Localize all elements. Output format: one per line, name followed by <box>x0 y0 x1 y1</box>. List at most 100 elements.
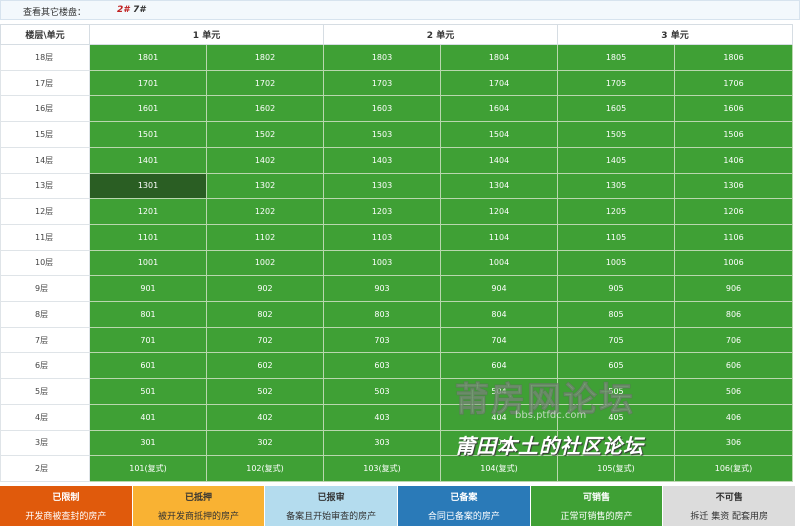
room-cell[interactable]: 502 <box>206 378 324 405</box>
room-cell[interactable]: 1106 <box>674 223 793 251</box>
room-cell[interactable]: 705 <box>557 326 675 354</box>
room-cell[interactable]: 1301 <box>89 172 207 200</box>
room-cell[interactable]: 1102 <box>206 223 324 251</box>
room-cell[interactable]: 702 <box>206 326 324 354</box>
room-cell[interactable]: 706 <box>674 326 793 354</box>
room-cell[interactable]: 1002 <box>206 249 324 277</box>
room-cell[interactable]: 1001 <box>89 249 207 277</box>
building-link-7[interactable]: 7# <box>133 5 146 15</box>
room-cell[interactable]: 1704 <box>440 69 558 97</box>
room-cell[interactable]: 902 <box>206 275 324 303</box>
room-cell[interactable]: 801 <box>89 301 207 328</box>
room-cell[interactable]: 1501 <box>89 121 207 148</box>
room-cell[interactable]: 603 <box>323 352 441 380</box>
room-cell[interactable]: 901 <box>89 275 207 303</box>
room-cell[interactable]: 602 <box>206 352 324 380</box>
room-cell[interactable]: 1303 <box>323 172 441 200</box>
room-cell[interactable]: 1506 <box>674 121 793 148</box>
room-cell[interactable]: 903 <box>323 275 441 303</box>
room-cell[interactable]: 1502 <box>206 121 324 148</box>
room-cell[interactable]: 1302 <box>206 172 324 200</box>
room-cell[interactable]: 1401 <box>89 146 207 174</box>
room-cell[interactable]: 302 <box>206 429 324 457</box>
room-cell[interactable]: 1005 <box>557 249 675 277</box>
room-cell[interactable]: 106(复式) <box>674 455 793 482</box>
room-cell[interactable]: 802 <box>206 301 324 328</box>
building-link-2[interactable]: 2# <box>117 5 130 15</box>
room-cell[interactable]: 601 <box>89 352 207 380</box>
room-cell[interactable]: 306 <box>674 429 793 457</box>
room-cell[interactable]: 1503 <box>323 121 441 148</box>
room-cell[interactable]: 304 <box>440 429 558 457</box>
room-cell[interactable]: 1201 <box>89 198 207 225</box>
room-cell[interactable]: 1404 <box>440 146 558 174</box>
room-cell[interactable]: 303 <box>323 429 441 457</box>
room-cell[interactable]: 905 <box>557 275 675 303</box>
room-cell[interactable]: 1806 <box>674 44 793 71</box>
room-cell[interactable]: 305 <box>557 429 675 457</box>
room-cell[interactable]: 1803 <box>323 44 441 71</box>
room-cell[interactable]: 1402 <box>206 146 324 174</box>
room-cell[interactable]: 401 <box>89 403 207 431</box>
room-cell[interactable]: 1405 <box>557 146 675 174</box>
room-cell[interactable]: 104(复式) <box>440 455 558 482</box>
room-cell[interactable]: 703 <box>323 326 441 354</box>
room-cell[interactable]: 504 <box>440 378 558 405</box>
room-cell[interactable]: 1702 <box>206 69 324 97</box>
room-cell[interactable]: 1202 <box>206 198 324 225</box>
room-cell[interactable]: 1605 <box>557 95 675 123</box>
room-cell[interactable]: 1101 <box>89 223 207 251</box>
room-cell[interactable]: 1003 <box>323 249 441 277</box>
room-cell[interactable]: 1206 <box>674 198 793 225</box>
room-cell[interactable]: 1103 <box>323 223 441 251</box>
room-cell[interactable]: 1701 <box>89 69 207 97</box>
room-cell[interactable]: 604 <box>440 352 558 380</box>
room-cell[interactable]: 404 <box>440 403 558 431</box>
room-cell[interactable]: 1105 <box>557 223 675 251</box>
room-cell[interactable]: 1104 <box>440 223 558 251</box>
room-cell[interactable]: 506 <box>674 378 793 405</box>
room-cell[interactable]: 805 <box>557 301 675 328</box>
room-cell[interactable]: 403 <box>323 403 441 431</box>
room-cell[interactable]: 1306 <box>674 172 793 200</box>
room-cell[interactable]: 103(复式) <box>323 455 441 482</box>
room-cell[interactable]: 605 <box>557 352 675 380</box>
room-cell[interactable]: 402 <box>206 403 324 431</box>
room-cell[interactable]: 1703 <box>323 69 441 97</box>
room-cell[interactable]: 1004 <box>440 249 558 277</box>
room-cell[interactable]: 301 <box>89 429 207 457</box>
room-cell[interactable]: 1804 <box>440 44 558 71</box>
room-cell[interactable]: 501 <box>89 378 207 405</box>
room-cell[interactable]: 101(复式) <box>89 455 207 482</box>
room-cell[interactable]: 1602 <box>206 95 324 123</box>
room-cell[interactable]: 1706 <box>674 69 793 97</box>
room-cell[interactable]: 1603 <box>323 95 441 123</box>
room-cell[interactable]: 1604 <box>440 95 558 123</box>
room-cell[interactable]: 1205 <box>557 198 675 225</box>
room-cell[interactable]: 1801 <box>89 44 207 71</box>
room-cell[interactable]: 806 <box>674 301 793 328</box>
room-cell[interactable]: 1203 <box>323 198 441 225</box>
room-cell[interactable]: 704 <box>440 326 558 354</box>
room-cell[interactable]: 1304 <box>440 172 558 200</box>
room-cell[interactable]: 904 <box>440 275 558 303</box>
room-cell[interactable]: 1601 <box>89 95 207 123</box>
room-cell[interactable]: 503 <box>323 378 441 405</box>
room-cell[interactable]: 102(复式) <box>206 455 324 482</box>
room-cell[interactable]: 906 <box>674 275 793 303</box>
room-cell[interactable]: 1505 <box>557 121 675 148</box>
room-cell[interactable]: 1606 <box>674 95 793 123</box>
room-cell[interactable]: 1802 <box>206 44 324 71</box>
room-cell[interactable]: 1504 <box>440 121 558 148</box>
room-cell[interactable]: 1705 <box>557 69 675 97</box>
room-cell[interactable]: 1006 <box>674 249 793 277</box>
room-cell[interactable]: 1403 <box>323 146 441 174</box>
room-cell[interactable]: 105(复式) <box>557 455 675 482</box>
room-cell[interactable]: 1406 <box>674 146 793 174</box>
room-cell[interactable]: 1305 <box>557 172 675 200</box>
room-cell[interactable]: 1805 <box>557 44 675 71</box>
room-cell[interactable]: 1204 <box>440 198 558 225</box>
room-cell[interactable]: 505 <box>557 378 675 405</box>
room-cell[interactable]: 701 <box>89 326 207 354</box>
room-cell[interactable]: 405 <box>557 403 675 431</box>
